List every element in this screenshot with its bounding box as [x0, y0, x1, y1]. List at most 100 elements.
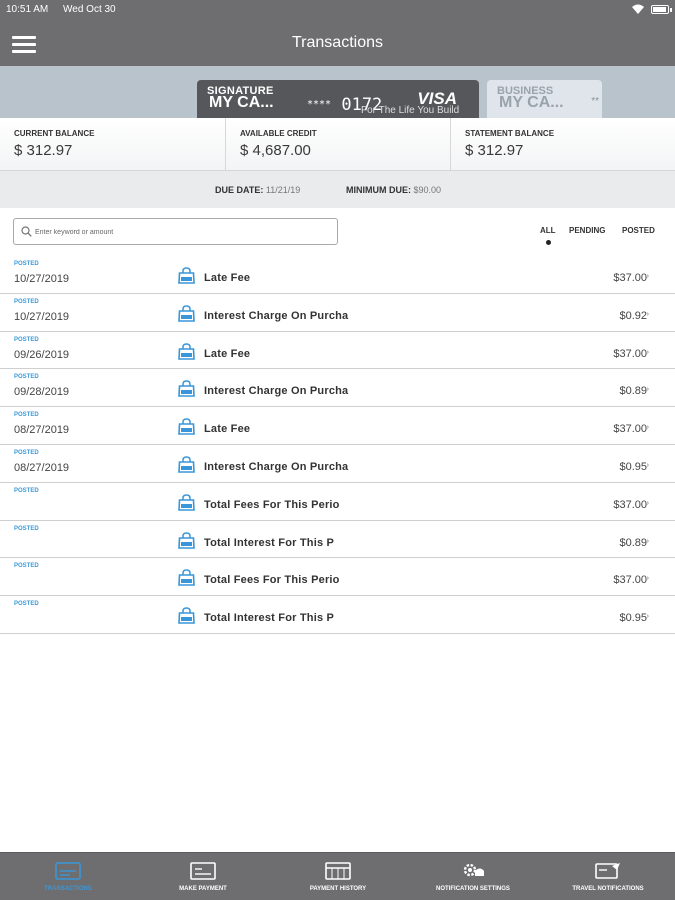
- transaction-status: POSTED: [14, 601, 39, 608]
- transaction-list: POSTED 10/27/2019 Late Fee $37.00 › POSTED 10/…: [0, 256, 675, 634]
- card-business[interactable]: BUSINESS MY CA... **: [487, 80, 602, 118]
- transaction-status: POSTED: [14, 336, 39, 343]
- filter-all[interactable]: ALL: [540, 226, 556, 235]
- transaction-amount: $0.89: [619, 536, 647, 549]
- transaction-amount: $0.89: [619, 385, 647, 398]
- card-mask: ****: [307, 99, 332, 110]
- transaction-row[interactable]: POSTED 08/27/2019 Late Fee $37.00 ›: [0, 407, 675, 445]
- active-filter-indicator: [546, 240, 551, 245]
- status-bar: 10:51 AM Wed Oct 30: [0, 0, 675, 20]
- transaction-description: Late Fee: [204, 423, 251, 436]
- shopping-bag-icon: [178, 569, 195, 587]
- card-tagline: For The Life You Build: [361, 105, 460, 116]
- chevron-right-icon: ›: [646, 499, 649, 507]
- chevron-right-icon: ›: [646, 461, 649, 469]
- transaction-row[interactable]: POSTED 10/27/2019 Interest Charge On Purch…: [0, 294, 675, 332]
- transaction-amount: $37.00: [613, 574, 647, 587]
- transaction-row[interactable]: POSTED Total Interest For This P $0.95 ›: [0, 596, 675, 634]
- due-date-label: DUE DATE:: [215, 185, 264, 195]
- search-input[interactable]: [35, 225, 330, 239]
- transaction-description: Total Fees For This Perio: [204, 574, 340, 587]
- shopping-bag-icon: [178, 494, 195, 511]
- card-carousel[interactable]: SIGNATURE MY CA... **** 0172 VISA For Th…: [0, 66, 675, 118]
- shopping-bag-icon: [178, 267, 195, 284]
- card-name: MY CA...: [499, 94, 564, 111]
- shopping-bag-icon: [178, 456, 195, 473]
- transaction-date: 09/28/2019: [14, 386, 70, 399]
- shopping-bag-icon: [178, 607, 195, 624]
- card-signature[interactable]: SIGNATURE MY CA... **** 0172 VISA For Th…: [197, 80, 479, 118]
- chevron-right-icon: ›: [646, 537, 649, 545]
- transactions-icon: [55, 862, 81, 880]
- transaction-amount: $37.00: [613, 498, 647, 511]
- shopping-bag-icon: [178, 380, 195, 398]
- statement-balance-value: $ 312.97: [465, 142, 524, 159]
- transaction-status: POSTED: [14, 374, 39, 381]
- history-icon: [325, 862, 351, 880]
- transaction-row[interactable]: POSTED Total Fees For This Perio $37.00 ›: [0, 558, 675, 597]
- chevron-right-icon: ›: [646, 613, 649, 621]
- notification-settings-icon: [463, 863, 484, 877]
- transaction-row[interactable]: POSTED 09/26/2019 Late Fee $37.00 ›: [0, 332, 675, 370]
- tab-label: PAYMENT HISTORY: [309, 886, 367, 892]
- status-time: 10:51 AM: [6, 4, 49, 15]
- payment-icon: [190, 862, 216, 880]
- transaction-description: Late Fee: [204, 272, 251, 284]
- available-credit-label: AVAILABLE CREDIT: [240, 129, 317, 138]
- chevron-right-icon: ›: [646, 348, 649, 356]
- transaction-status: POSTED: [14, 298, 39, 305]
- card-name: MY CA...: [209, 94, 274, 111]
- card-mask: **: [591, 96, 599, 107]
- transaction-row[interactable]: POSTED 09/28/2019 Interest Charge On Purch…: [0, 369, 675, 408]
- chevron-right-icon: ›: [646, 386, 649, 394]
- due-date: DUE DATE: 11/21/19: [215, 185, 300, 195]
- tab-make-payment[interactable]: MAKE PAYMENT: [155, 853, 251, 900]
- tab-notification-settings[interactable]: NOTIFICATION SETTINGS: [425, 853, 521, 900]
- tab-transactions[interactable]: TRANSACTIONS: [20, 853, 116, 900]
- chevron-right-icon: ›: [646, 575, 649, 583]
- transaction-amount: $0.95: [619, 460, 647, 473]
- transaction-status: POSTED: [14, 487, 39, 494]
- filter-pending[interactable]: PENDING: [569, 226, 605, 235]
- transaction-date: 09/26/2019: [14, 348, 70, 361]
- search-field[interactable]: [13, 218, 338, 245]
- transaction-description: Total Interest For This P: [204, 536, 335, 549]
- transaction-date: 10/27/2019: [14, 310, 70, 323]
- shopping-bag-icon: [178, 305, 195, 322]
- page-title: Transactions: [292, 34, 383, 51]
- current-balance: CURRENT BALANCE $ 312.97: [0, 118, 225, 171]
- status-date: Wed Oct 30: [63, 4, 116, 15]
- minimum-due-label: MINIMUM DUE:: [346, 185, 411, 195]
- transaction-amount: $37.00: [613, 423, 647, 436]
- transaction-row[interactable]: POSTED 08/27/2019 Interest Charge On Purch…: [0, 445, 675, 483]
- transaction-amount: $37.00: [613, 272, 647, 284]
- chevron-right-icon: ›: [646, 310, 649, 318]
- current-balance-label: CURRENT BALANCE: [14, 129, 95, 138]
- transaction-row[interactable]: POSTED Total Fees For This Perio $37.00 ›: [0, 483, 675, 521]
- transaction-row[interactable]: POSTED 10/27/2019 Late Fee $37.00 ›: [0, 256, 675, 294]
- tab-label: NOTIFICATION SETTINGS: [436, 886, 510, 892]
- transaction-status: POSTED: [14, 261, 39, 267]
- balance-summary: CURRENT BALANCE $ 312.97 AVAILABLE CREDI…: [0, 118, 675, 171]
- bottom-tab-bar: TRANSACTIONS MAKE PAYMENT PAYMENT HISTOR…: [0, 852, 675, 900]
- shopping-bag-icon: [178, 418, 195, 435]
- transaction-description: Total Fees For This Perio: [204, 498, 340, 511]
- transaction-date: 10/27/2019: [14, 273, 70, 285]
- transaction-description: Late Fee: [204, 347, 251, 360]
- transaction-amount: $37.00: [613, 347, 647, 360]
- tab-label: TRANSACTIONS: [44, 886, 92, 892]
- transaction-row[interactable]: POSTED Total Interest For This P $0.89 ›: [0, 521, 675, 559]
- transaction-date: 08/27/2019: [14, 461, 70, 474]
- transaction-description: Interest Charge On Purcha: [204, 385, 349, 398]
- filter-posted[interactable]: POSTED: [622, 226, 655, 235]
- tab-label: TRAVEL NOTIFICATIONS: [572, 886, 644, 892]
- shopping-bag-icon: [178, 342, 195, 360]
- available-credit-value: $ 4,687.00: [240, 142, 311, 159]
- minimum-due-value: $90.00: [413, 185, 442, 195]
- battery-tip: [670, 8, 672, 12]
- statement-balance: STATEMENT BALANCE $ 312.97: [450, 118, 675, 171]
- tab-travel-notifications[interactable]: TRAVEL NOTIFICATIONS: [560, 853, 656, 900]
- transaction-amount: $0.95: [619, 612, 647, 625]
- tab-payment-history[interactable]: PAYMENT HISTORY: [290, 853, 386, 900]
- shopping-bag-icon: [178, 531, 195, 549]
